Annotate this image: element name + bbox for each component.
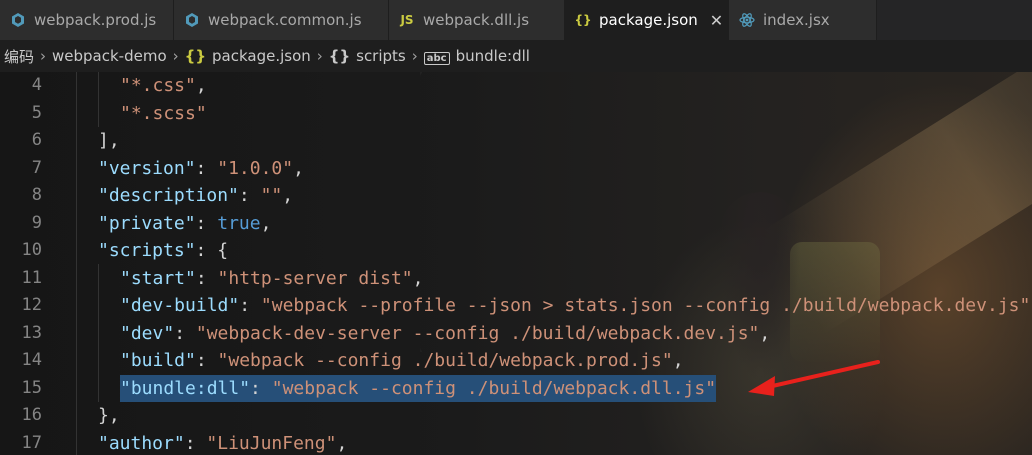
annotation-arrow bbox=[748, 360, 880, 396]
